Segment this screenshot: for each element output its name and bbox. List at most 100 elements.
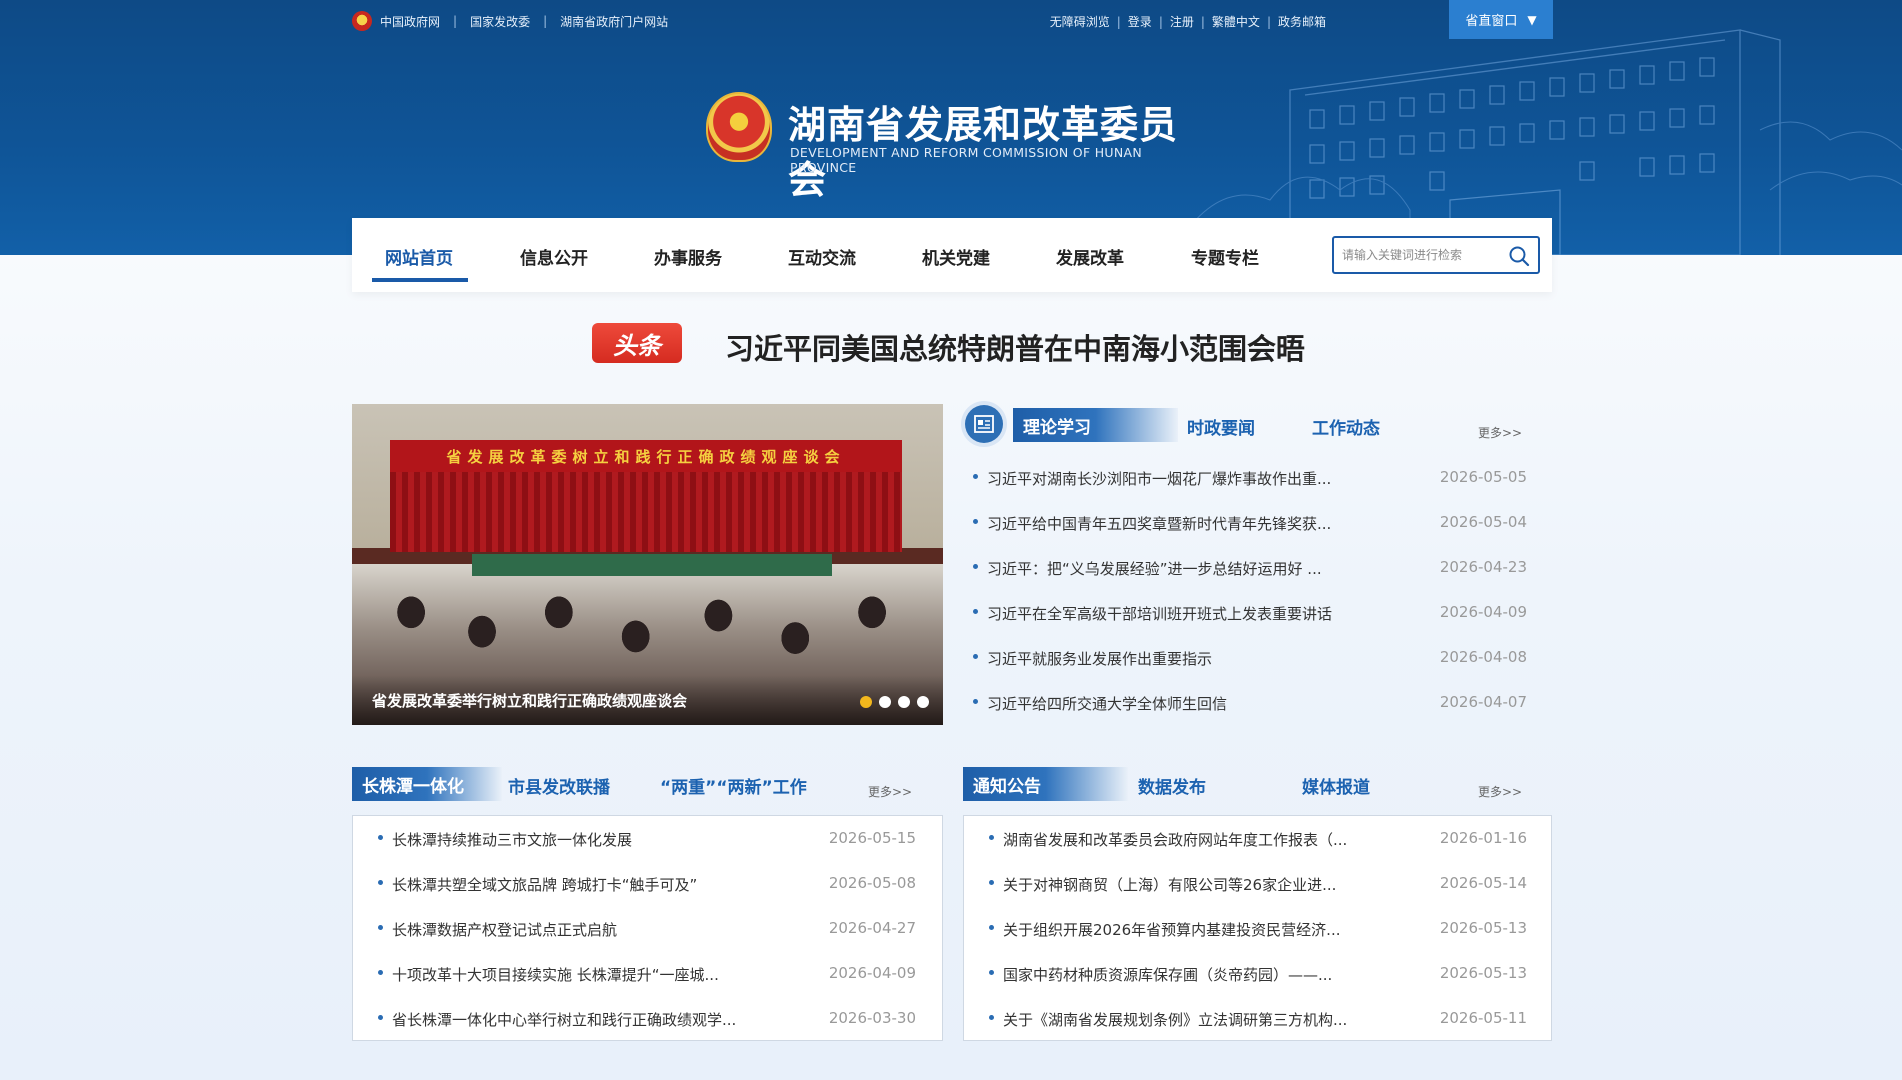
- item-title[interactable]: 习近平给中国青年五四奖章暨新时代青年先锋奖获...: [987, 513, 1331, 534]
- item-title[interactable]: 长株潭持续推动三市文旅一体化发展: [392, 829, 632, 850]
- photo-slideshow[interactable]: 省发展改革委树立和践行正确政绩观座谈会 省发展改革委举行树立和践行正确政绩观座谈…: [352, 404, 943, 725]
- item-title[interactable]: 长株潭数据产权登记试点正式启航: [392, 919, 617, 940]
- dropdown-arrow-icon: ▼: [1527, 12, 1537, 27]
- more-link[interactable]: 更多>>: [1478, 424, 1522, 441]
- tab-work-updates[interactable]: 工作动态: [1312, 414, 1380, 439]
- tab-czt-integration[interactable]: 长株潭一体化: [352, 767, 502, 801]
- list-item[interactable]: 湖南省发展和改革委员会政府网站年度工作报表（... 2026-01-16: [989, 829, 1527, 849]
- divider: |: [1116, 14, 1121, 29]
- tab-current-affairs[interactable]: 时政要闻: [1187, 414, 1255, 439]
- list-item[interactable]: 习近平在全军高级干部培训班开班式上发表重要讲话 2026-04-09: [973, 603, 1527, 623]
- divider: |: [453, 14, 458, 28]
- bullet: [989, 880, 994, 885]
- slide-dot[interactable]: [898, 696, 910, 708]
- item-title[interactable]: 十项改革十大项目接续实施 长株潭提升“一座城...: [392, 964, 719, 985]
- list-item[interactable]: 习近平给中国青年五四奖章暨新时代青年先锋奖获... 2026-05-04: [973, 513, 1527, 533]
- nav-item-special-topics[interactable]: 专题专栏: [1191, 244, 1259, 269]
- item-date: 2026-05-15: [828, 829, 916, 847]
- nav-item-party-building[interactable]: 机关党建: [922, 244, 990, 269]
- item-title[interactable]: 关于对神钢商贸（上海）有限公司等26家企业进...: [1003, 874, 1336, 895]
- tab-notices[interactable]: 通知公告: [963, 767, 1128, 801]
- nav-item-interaction[interactable]: 互动交流: [788, 244, 856, 269]
- nav-item-home[interactable]: 网站首页: [385, 244, 453, 269]
- more-link[interactable]: 更多>>: [1478, 783, 1522, 800]
- bullet: [378, 970, 383, 975]
- bullet: [378, 880, 383, 885]
- search-input[interactable]: [1342, 246, 1502, 264]
- list-item[interactable]: 关于组织开展2026年省预算内基建投资民营经济... 2026-05-13: [989, 919, 1527, 939]
- bullet: [973, 699, 978, 704]
- link-accessibility[interactable]: 无障碍浏览: [1050, 13, 1110, 30]
- slide-photo-podium: [472, 554, 832, 576]
- divider: |: [1266, 14, 1271, 29]
- item-title[interactable]: 国家中药材种质资源库保存圃（炎帝药园）——...: [1003, 964, 1332, 985]
- item-date: 2026-05-08: [828, 874, 916, 892]
- headline-link[interactable]: 习近平同美国总统特朗普在中南海小范围会晤: [725, 326, 1305, 368]
- search-box: [1332, 236, 1540, 274]
- nav-item-development-reform[interactable]: 发展改革: [1056, 244, 1124, 269]
- list-item[interactable]: 习近平：把“义乌发展经验”进一步总结好运用好 ... 2026-04-23: [973, 558, 1527, 578]
- item-date: 2026-05-14: [1439, 874, 1527, 892]
- list-item[interactable]: 关于对神钢商贸（上海）有限公司等26家企业进... 2026-05-14: [989, 874, 1527, 894]
- link-gov-cn[interactable]: 中国政府网: [380, 13, 440, 30]
- item-date: 2026-04-07: [1439, 693, 1527, 711]
- tab-city-county-broadcast[interactable]: 市县发改联播: [508, 773, 610, 798]
- list-item[interactable]: 习近平给四所交通大学全体师生回信 2026-04-07: [973, 693, 1527, 713]
- item-title[interactable]: 湖南省发展和改革委员会政府网站年度工作报表（...: [1003, 829, 1347, 850]
- news-icon: [965, 405, 1003, 443]
- header-band: 中国政府网 | 国家发改委 | 湖南省政府门户网站 无障碍浏览 | 登录 | 注…: [0, 0, 1902, 255]
- item-title[interactable]: 习近平就服务业发展作出重要指示: [987, 648, 1212, 669]
- link-register[interactable]: 注册: [1170, 13, 1194, 30]
- item-date: 2026-04-27: [828, 919, 916, 937]
- czt-news-list: 长株潭持续推动三市文旅一体化发展 2026-05-15 长株潭共塑全域文旅品牌 跨…: [378, 829, 916, 1029]
- tab-two-key-two-new[interactable]: “两重”“两新”工作: [660, 773, 807, 798]
- list-item[interactable]: 十项改革十大项目接续实施 长株潭提升“一座城... 2026-04-09: [378, 964, 916, 984]
- slide-photo-curtain: [390, 472, 902, 552]
- bullet: [378, 925, 383, 930]
- notice-news-list: 湖南省发展和改革委员会政府网站年度工作报表（... 2026-01-16 关于对神…: [989, 829, 1527, 1029]
- item-title[interactable]: 省长株潭一体化中心举行树立和践行正确政绩观学...: [392, 1009, 736, 1030]
- item-title[interactable]: 习近平在全军高级干部培训班开班式上发表重要讲话: [987, 603, 1332, 624]
- item-date: 2026-05-13: [1439, 919, 1527, 937]
- link-traditional-chinese[interactable]: 繁體中文: [1212, 13, 1260, 30]
- bullet: [973, 519, 978, 524]
- list-item[interactable]: 长株潭持续推动三市文旅一体化发展 2026-05-15: [378, 829, 916, 849]
- slide-caption[interactable]: 省发展改革委举行树立和践行正确政绩观座谈会: [372, 690, 687, 711]
- provincial-window-dropdown[interactable]: 省直窗口 ▼: [1449, 0, 1553, 39]
- link-ndrc[interactable]: 国家发改委: [470, 13, 530, 30]
- item-date: 2026-05-04: [1439, 513, 1527, 531]
- bullet: [378, 835, 383, 840]
- link-gov-mail[interactable]: 政务邮箱: [1278, 13, 1326, 30]
- search-icon[interactable]: [1508, 245, 1530, 267]
- nav-item-services[interactable]: 办事服务: [654, 244, 722, 269]
- tab-theory-study[interactable]: 理论学习: [1013, 408, 1178, 442]
- item-title[interactable]: 关于组织开展2026年省预算内基建投资民营经济...: [1003, 919, 1340, 940]
- bullet: [973, 564, 978, 569]
- slide-dot[interactable]: [879, 696, 891, 708]
- tab-media-reports[interactable]: 媒体报道: [1302, 773, 1370, 798]
- tab-data-release[interactable]: 数据发布: [1138, 773, 1206, 798]
- list-item[interactable]: 长株潭共塑全域文旅品牌 跨城打卡“触手可及” 2026-05-08: [378, 874, 916, 894]
- item-title[interactable]: 长株潭共塑全域文旅品牌 跨城打卡“触手可及”: [392, 874, 697, 895]
- item-title[interactable]: 习近平：把“义乌发展经验”进一步总结好运用好 ...: [987, 558, 1322, 579]
- list-item[interactable]: 长株潭数据产权登记试点正式启航 2026-04-27: [378, 919, 916, 939]
- site-subtitle: DEVELOPMENT AND REFORM COMMISSION OF HUN…: [790, 145, 1143, 175]
- slide-dot[interactable]: [917, 696, 929, 708]
- list-item[interactable]: 习近平就服务业发展作出重要指示 2026-04-08: [973, 648, 1527, 668]
- nav-item-info-disclosure[interactable]: 信息公开: [520, 244, 588, 269]
- item-title[interactable]: 习近平对湖南长沙浏阳市一烟花厂爆炸事故作出重...: [987, 468, 1331, 489]
- bullet: [989, 1015, 994, 1020]
- list-item[interactable]: 国家中药材种质资源库保存圃（炎帝药园）——... 2026-05-13: [989, 964, 1527, 984]
- more-link[interactable]: 更多>>: [868, 783, 912, 800]
- item-title[interactable]: 习近平给四所交通大学全体师生回信: [987, 693, 1227, 714]
- link-hunan-portal[interactable]: 湖南省政府门户网站: [560, 13, 668, 30]
- bullet: [973, 654, 978, 659]
- headline-badge: 头条: [592, 323, 682, 363]
- list-item[interactable]: 关于《湖南省发展规划条例》立法调研第三方机构... 2026-05-11: [989, 1009, 1527, 1029]
- link-login[interactable]: 登录: [1128, 13, 1152, 30]
- site-logo[interactable]: 湖南省发展和改革委员会 DEVELOPMENT AND REFORM COMMI…: [706, 90, 1206, 202]
- list-item[interactable]: 习近平对湖南长沙浏阳市一烟花厂爆炸事故作出重... 2026-05-05: [973, 468, 1527, 488]
- item-title[interactable]: 关于《湖南省发展规划条例》立法调研第三方机构...: [1003, 1009, 1347, 1030]
- slide-dot[interactable]: [860, 696, 872, 708]
- list-item[interactable]: 省长株潭一体化中心举行树立和践行正确政绩观学... 2026-03-30: [378, 1009, 916, 1029]
